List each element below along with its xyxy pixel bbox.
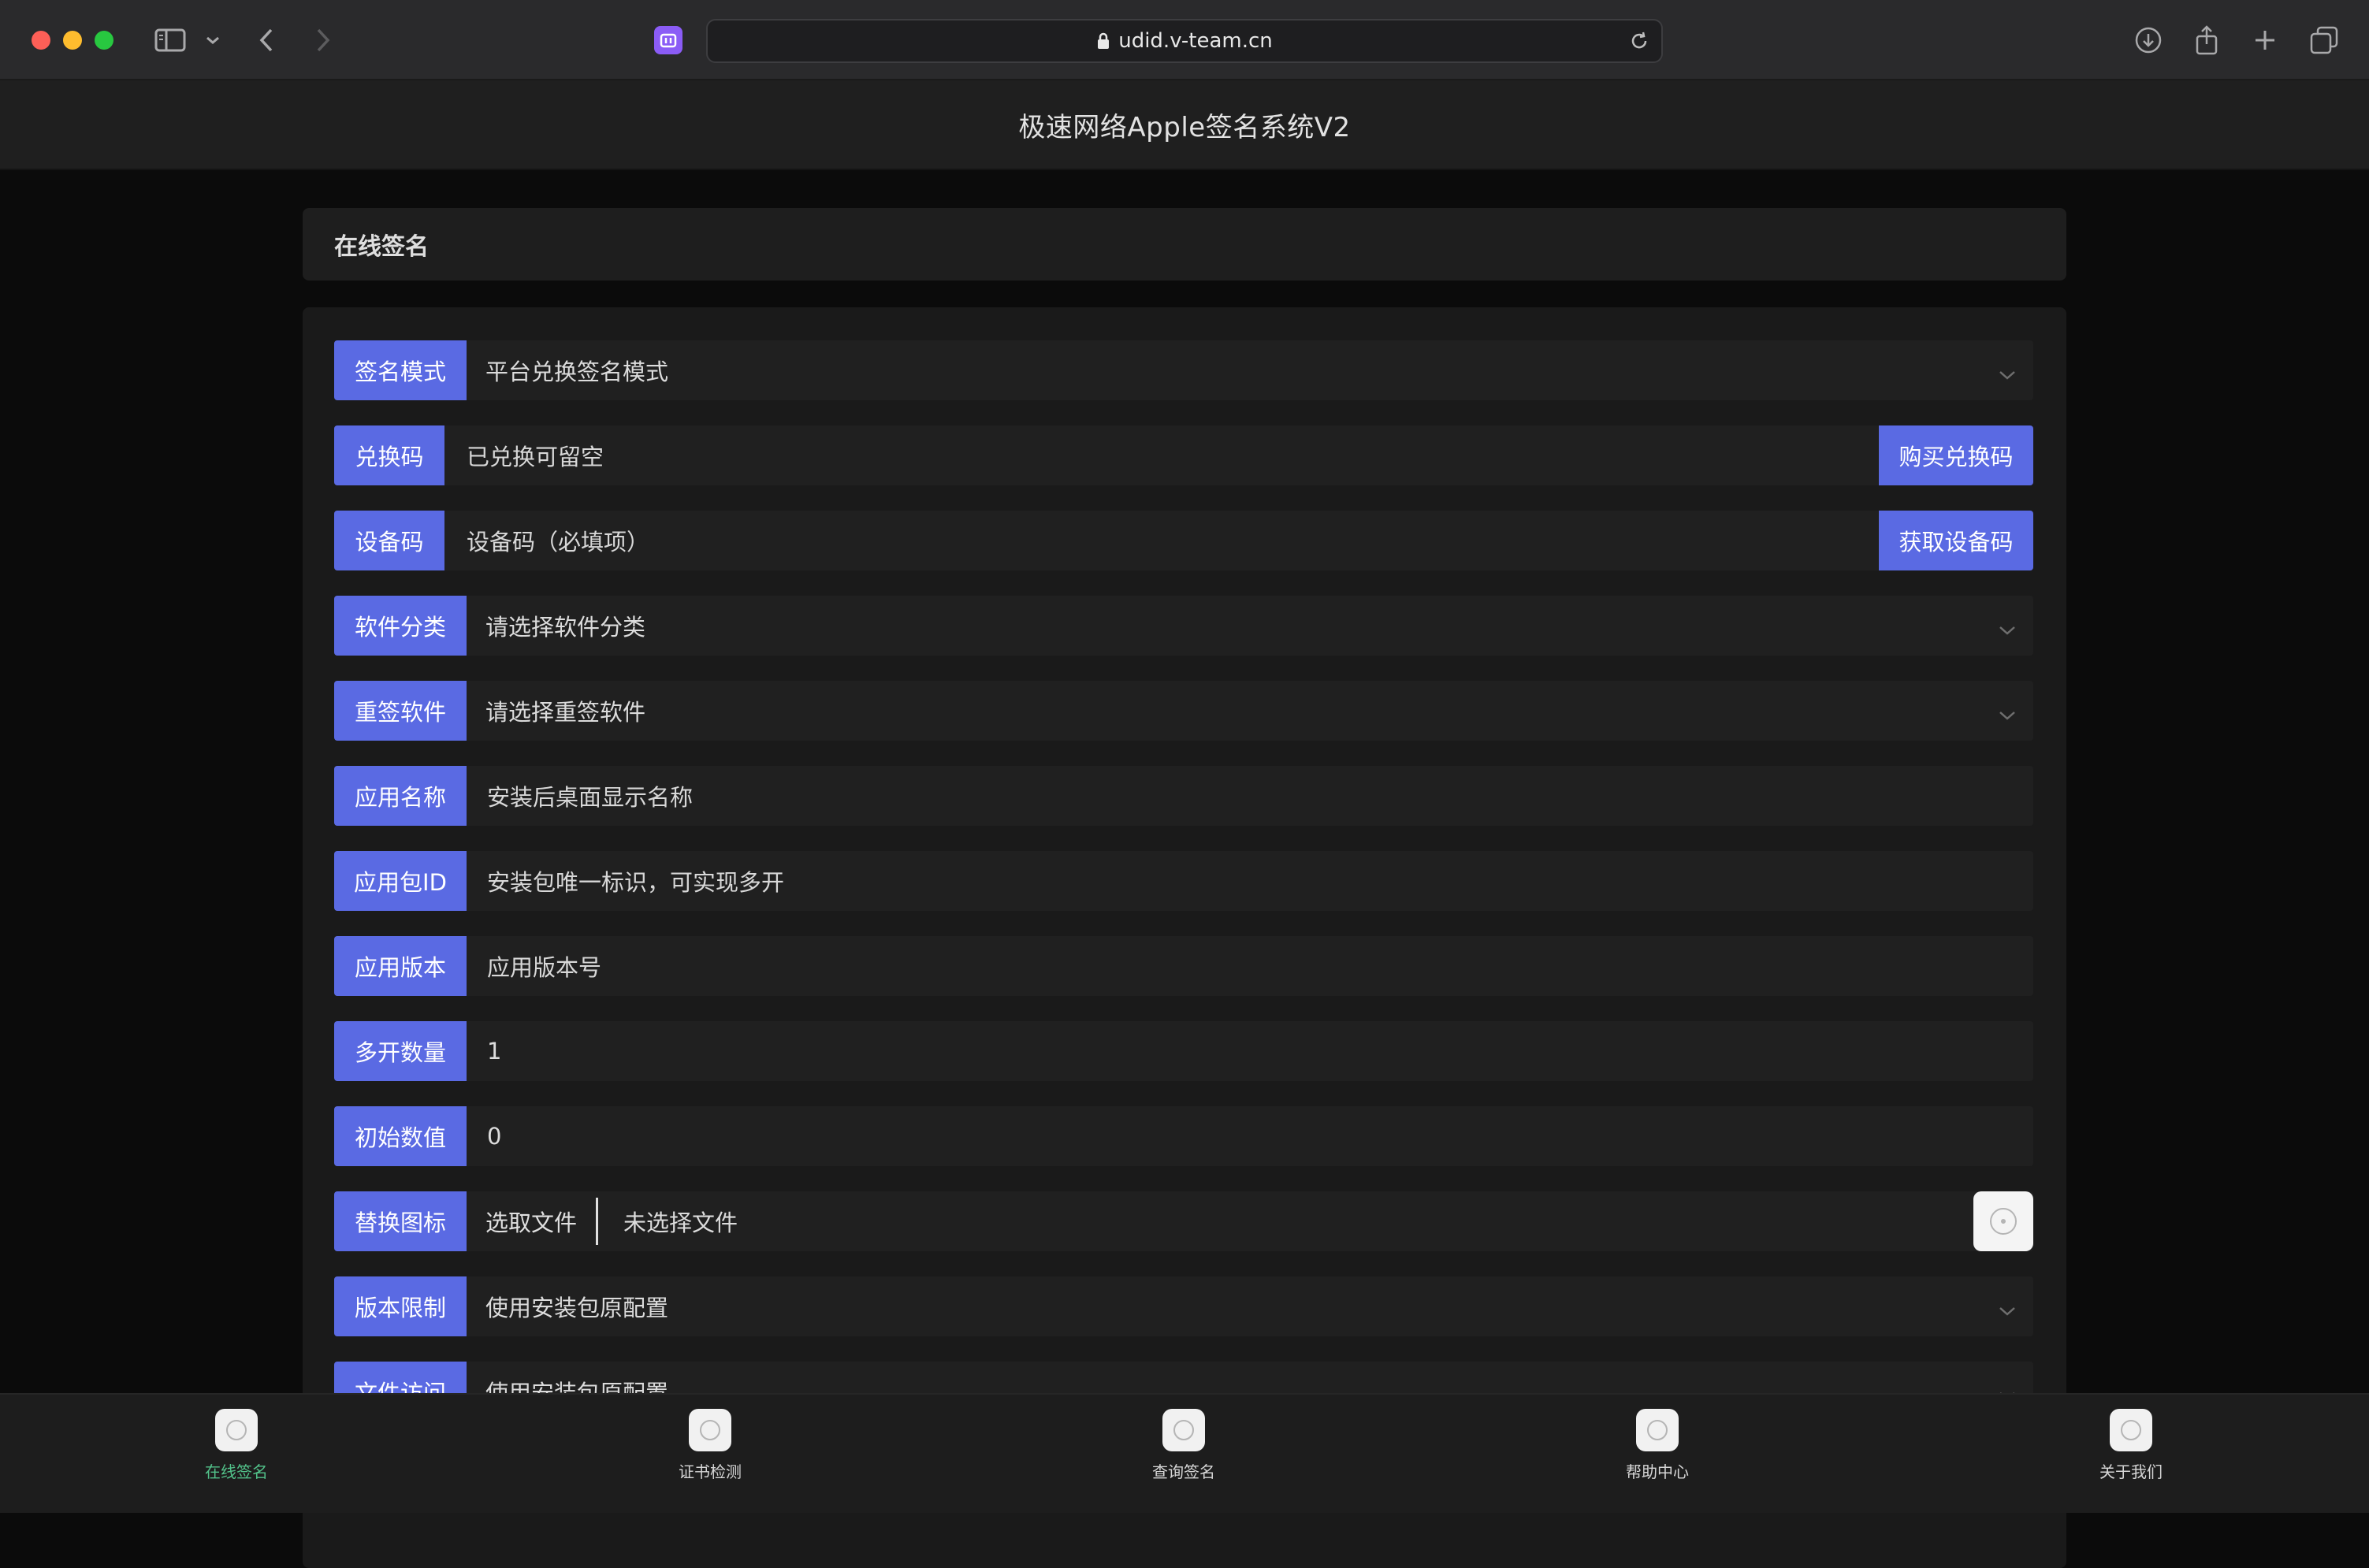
device-code-label: 设备码 [334, 511, 444, 570]
bundle-id-label: 应用包ID [334, 851, 467, 911]
tab-label: 帮助中心 [1626, 1462, 1689, 1481]
tab-cert-check[interactable]: 证书检测 [631, 1409, 789, 1482]
sidebar-toggle-icon[interactable] [153, 24, 188, 57]
tab-query-sign[interactable]: 查询签名 [1105, 1409, 1263, 1482]
tab-overview-icon[interactable] [2308, 24, 2341, 57]
app-version-input[interactable]: 应用版本号 [467, 936, 2033, 996]
chevron-down-icon [1999, 359, 2016, 386]
bottom-tab-bar: 在线签名 证书检测 查询签名 帮助中心 关于我们 [0, 1393, 2369, 1513]
url-text: udid.v-team.cn [1118, 29, 1273, 53]
new-tab-icon[interactable] [2249, 24, 2281, 57]
sign-mode-selected: 平台兑换签名模式 [485, 359, 669, 385]
browser-toolbar: udid.v-team.cn [0, 0, 2369, 80]
redeem-code-input[interactable]: 已兑换可留空 [444, 425, 1879, 485]
buy-redeem-code-button[interactable]: 购买兑换码 [1879, 425, 2033, 485]
multi-count-label: 多开数量 [334, 1021, 467, 1081]
site-title: 极速网络Apple签名系统V2 [1018, 111, 1351, 143]
device-code-input[interactable]: 设备码（必填项） [444, 511, 1879, 570]
chevron-down-icon[interactable] [203, 24, 222, 57]
online-sign-icon [215, 1409, 258, 1451]
query-sign-icon [1162, 1409, 1205, 1451]
app-version-label: 应用版本 [334, 936, 467, 996]
chevron-down-icon [1999, 700, 2016, 726]
site-header: 极速网络Apple签名系统V2 [0, 80, 2369, 170]
zoom-window-button[interactable] [95, 31, 113, 50]
app-name-input[interactable]: 安装后桌面显示名称 [467, 766, 2033, 826]
app-category-value[interactable]: 请选择软件分类 [467, 596, 2033, 656]
cert-check-icon [689, 1409, 731, 1451]
get-device-code-button[interactable]: 获取设备码 [1879, 511, 2033, 570]
resign-app-selected: 请选择重签软件 [485, 699, 646, 726]
share-icon[interactable] [2191, 24, 2222, 57]
resign-app-label: 重签软件 [334, 681, 467, 741]
about-us-icon [2110, 1409, 2152, 1451]
tab-help-center[interactable]: 帮助中心 [1579, 1409, 1736, 1482]
lock-icon [1096, 32, 1110, 50]
extension-icon[interactable] [654, 26, 682, 54]
replace-icon-row: 替换图标 选取文件 未选择文件 [334, 1191, 2033, 1251]
chevron-down-icon [1999, 1295, 2016, 1322]
forward-icon[interactable] [312, 24, 334, 57]
redeem-code-row: 兑换码 已兑换可留空 购买兑换码 [334, 425, 2033, 485]
device-code-row: 设备码 设备码（必填项） 获取设备码 [334, 511, 2033, 570]
icon-preview[interactable] [1973, 1191, 2033, 1251]
app-category-label: 软件分类 [334, 596, 467, 656]
multi-count-row: 多开数量 1 [334, 1021, 2033, 1081]
address-bar[interactable]: udid.v-team.cn [706, 19, 1663, 63]
tab-label: 在线签名 [205, 1462, 268, 1481]
resign-app-value[interactable]: 请选择重签软件 [467, 681, 2033, 741]
close-window-button[interactable] [32, 31, 50, 50]
app-category-selected: 请选择软件分类 [485, 614, 646, 641]
app-category-select[interactable]: 软件分类 请选择软件分类 [334, 596, 2033, 656]
version-limit-label: 版本限制 [334, 1276, 467, 1336]
sign-mode-label: 签名模式 [334, 340, 467, 400]
download-icon[interactable] [2133, 24, 2164, 57]
tab-about-us[interactable]: 关于我们 [2052, 1409, 2210, 1482]
panel-title: 在线签名 [334, 233, 429, 261]
bundle-id-row: 应用包ID 安装包唯一标识，可实现多开 [334, 851, 2033, 911]
redeem-code-label: 兑换码 [334, 425, 444, 485]
help-center-icon [1636, 1409, 1679, 1451]
sign-mode-select[interactable]: 签名模式 平台兑换签名模式 [334, 340, 2033, 400]
tab-label: 查询签名 [1152, 1462, 1215, 1481]
back-icon[interactable] [255, 24, 277, 57]
version-limit-selected: 使用安装包原配置 [485, 1295, 669, 1321]
tab-label: 证书检测 [679, 1462, 742, 1481]
tab-label: 关于我们 [2099, 1462, 2163, 1481]
initial-value-input[interactable]: 0 [467, 1106, 2033, 1166]
tab-online-sign[interactable]: 在线签名 [158, 1409, 315, 1482]
bundle-id-input[interactable]: 安装包唯一标识，可实现多开 [467, 851, 2033, 911]
initial-value-label: 初始数值 [334, 1106, 467, 1166]
panel-heading: 在线签名 [303, 208, 2066, 281]
sign-mode-value[interactable]: 平台兑换签名模式 [467, 340, 2033, 400]
choose-file-button[interactable]: 选取文件 [467, 1198, 599, 1245]
chevron-down-icon [1999, 615, 2016, 641]
minimize-window-button[interactable] [63, 31, 82, 50]
app-version-row: 应用版本 应用版本号 [334, 936, 2033, 996]
file-status: 未选择文件 [623, 1209, 738, 1236]
app-name-label: 应用名称 [334, 766, 467, 826]
reload-icon[interactable] [1628, 30, 1650, 58]
replace-icon-label: 替换图标 [334, 1191, 467, 1251]
initial-value-row: 初始数值 0 [334, 1106, 2033, 1166]
version-limit-select[interactable]: 版本限制 使用安装包原配置 [334, 1276, 2033, 1336]
version-limit-value[interactable]: 使用安装包原配置 [467, 1276, 2033, 1336]
resign-app-select[interactable]: 重签软件 请选择重签软件 [334, 681, 2033, 741]
multi-count-input[interactable]: 1 [467, 1021, 2033, 1081]
app-name-row: 应用名称 安装后桌面显示名称 [334, 766, 2033, 826]
